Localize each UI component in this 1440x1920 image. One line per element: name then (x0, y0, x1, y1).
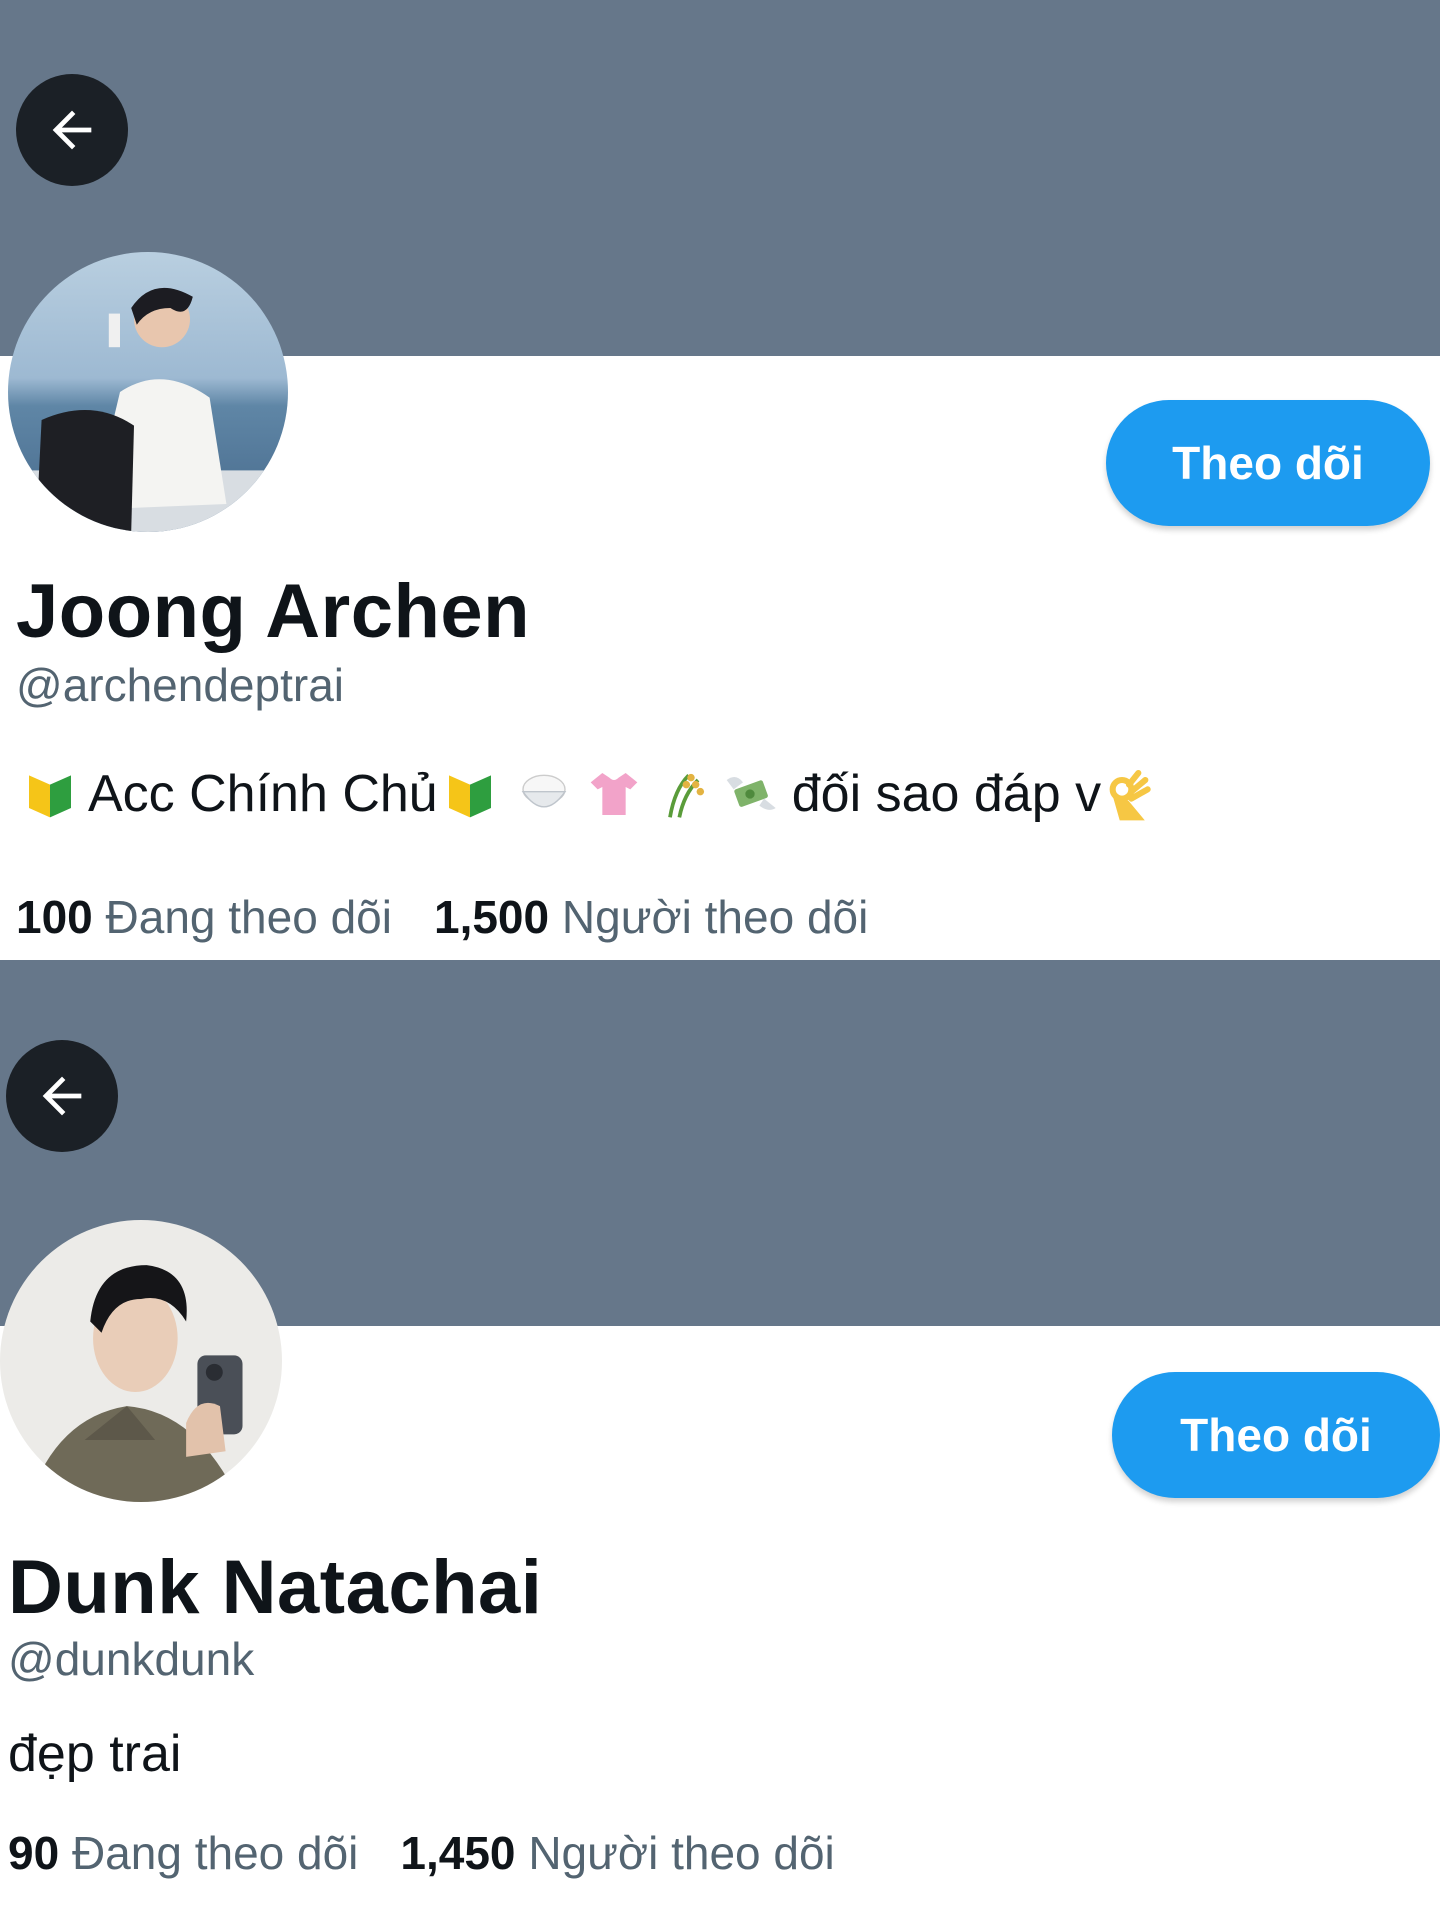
follow-stats: 90 Đang theo dõi 1,450 Người theo dõi (8, 1826, 835, 1880)
followers-label: Người theo dõi (528, 1827, 835, 1879)
bio-text: Acc Chính Chủ (88, 765, 438, 823)
profile-bio: đẹp trai (8, 1725, 182, 1783)
follow-stats: 100 Đang theo dõi 1,500 Người theo dõi (16, 890, 868, 944)
bio-text: đối sao đáp v (791, 765, 1102, 823)
followers-label: Người theo dõi (561, 891, 869, 943)
followers-stat[interactable]: 1,450 Người theo dõi (400, 1827, 834, 1879)
username-handle: @dunkdunk (8, 1633, 255, 1685)
follow-button[interactable]: Theo dõi (1106, 400, 1430, 526)
back-button[interactable] (6, 1040, 118, 1152)
rice-sheaf-icon (656, 766, 712, 822)
arrow-left-icon (52, 110, 92, 150)
avatar[interactable] (0, 1220, 282, 1502)
profile-bio: Acc Chính Chủ đối sao đáp v (18, 758, 1161, 830)
japanese-beginner-icon (22, 766, 78, 822)
money-wings-icon (722, 766, 778, 822)
display-name: Dunk Natachai (8, 1545, 543, 1630)
profile-card-joong: Theo dõi Joong Archen @archendeptrai Acc… (0, 0, 1440, 960)
follow-button[interactable]: Theo dõi (1112, 1372, 1440, 1498)
rice-bowl-icon (516, 766, 572, 822)
display-name: Joong Archen (16, 569, 531, 654)
following-count: 100 (16, 891, 93, 943)
username-handle: @archendeptrai (16, 659, 344, 711)
following-label: Đang theo dõi (71, 1827, 359, 1879)
blouse-icon (586, 766, 642, 822)
arrow-left-icon (42, 1076, 82, 1116)
following-count: 90 (8, 1827, 60, 1879)
ok-hand-icon (1101, 766, 1157, 822)
followers-stat[interactable]: 1,500 Người theo dõi (434, 891, 868, 943)
avatar[interactable] (8, 252, 288, 532)
followers-count: 1,500 (433, 891, 550, 943)
following-label: Đang theo dõi (105, 891, 392, 943)
japanese-beginner-icon (442, 766, 498, 822)
profile-card-dunk: Theo dõi Dunk Natachai @dunkdunk đẹp tra… (0, 960, 1440, 1920)
back-button[interactable] (16, 74, 128, 186)
followers-count: 1,450 (400, 1827, 516, 1879)
following-stat[interactable]: 100 Đang theo dõi (16, 891, 392, 943)
following-stat[interactable]: 90 Đang theo dõi (8, 1827, 358, 1879)
